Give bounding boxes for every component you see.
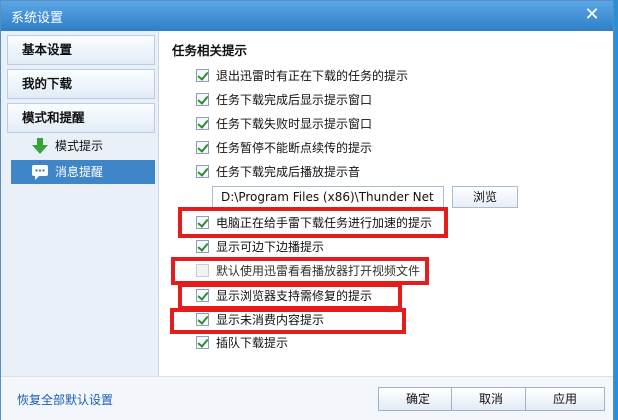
checkbox[interactable] <box>196 240 209 253</box>
sidebar-item-my-downloads[interactable]: 我的下载 <box>7 69 155 99</box>
highlight-box <box>178 283 402 310</box>
close-icon[interactable]: ✕ <box>579 3 605 27</box>
option-label: 任务下载完成后播放提示音 <box>216 165 361 179</box>
sidebar: 基本设置 我的下载 模式和提醒 模式提示 消息提醒 <box>1 31 159 376</box>
option-label: 显示可边下边播提示 <box>216 240 325 254</box>
checkbox[interactable] <box>196 93 209 106</box>
checkbox[interactable] <box>196 117 209 130</box>
highlight-box <box>171 257 429 285</box>
restore-defaults-link[interactable]: 恢复全部默认设置 <box>17 391 113 408</box>
message-bubble-icon <box>32 165 48 180</box>
title-bar: 系统设置 ✕ <box>1 1 613 31</box>
checkbox[interactable] <box>196 69 209 82</box>
checkbox[interactable] <box>196 141 209 154</box>
highlight-box <box>170 308 406 334</box>
checkbox[interactable] <box>196 336 209 349</box>
checkbox[interactable] <box>196 165 209 178</box>
sidebar-item-basic-settings[interactable]: 基本设置 <box>7 35 155 65</box>
sidebar-item-modes-and-reminders[interactable]: 模式和提醒 <box>7 103 155 133</box>
highlight-box <box>178 207 448 238</box>
footer: 恢复全部默认设置 确定 取消 应用 <box>1 376 613 420</box>
sidebar-subitem-mode-tips[interactable]: 模式提示 <box>11 134 155 158</box>
option-label: 退出迅雷时有正在下载的任务的提示 <box>216 69 409 83</box>
desktop-edge <box>614 0 618 420</box>
green-down-arrow-icon <box>32 138 48 154</box>
option-label: 任务下载完成后显示提示窗口 <box>216 93 373 107</box>
option-label: 插队下载提示 <box>216 336 289 350</box>
apply-button[interactable]: 应用 <box>525 387 605 411</box>
ok-button[interactable]: 确定 <box>378 387 458 411</box>
sidebar-subitem-label: 模式提示 <box>55 139 104 153</box>
option-label: 任务下载失败时显示提示窗口 <box>216 117 373 131</box>
option-label: 任务暂停不能断点续传的提示 <box>216 141 373 155</box>
sidebar-subitem-message-reminders[interactable]: 消息提醒 <box>11 160 155 184</box>
sidebar-subitem-label: 消息提醒 <box>55 165 104 179</box>
browse-button[interactable]: 浏览 <box>452 186 518 208</box>
section-title: 任务相关提示 <box>172 43 248 58</box>
sound-path-input[interactable]: D:\Program Files (x86)\Thunder Net <box>212 186 444 208</box>
window-title: 系统设置 <box>11 11 64 26</box>
cancel-button[interactable]: 取消 <box>451 387 531 411</box>
